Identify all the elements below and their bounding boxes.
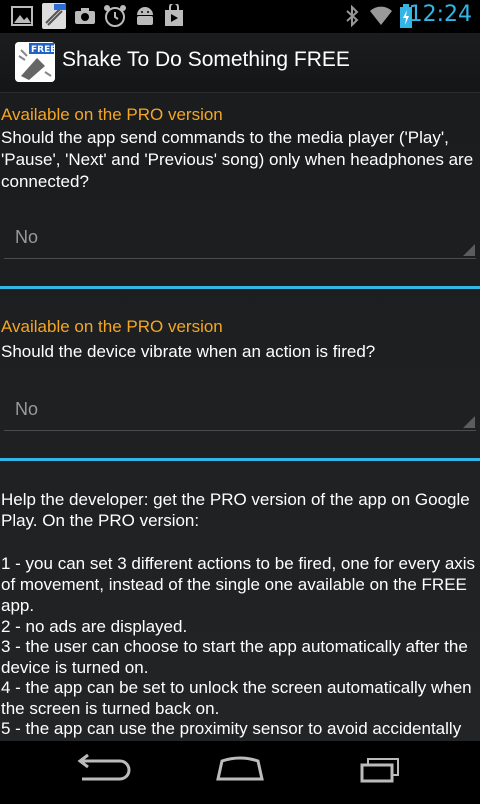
action-bar: FREE Shake To Do Something FREE (0, 33, 480, 93)
status-clock: 12:24 (408, 2, 472, 27)
help-item: 5 - the app can use the proximity sensor… (1, 719, 462, 738)
play-store-icon (165, 4, 183, 26)
vibrate-question: Should the device vibrate when an action… (1, 342, 376, 361)
help-intro: Help the developer: get the PRO version … (1, 490, 470, 530)
recent-apps-button[interactable] (322, 741, 442, 800)
vibrate-spinner[interactable]: No (4, 390, 476, 431)
help-item: 3 - the user can choose to start the app… (1, 637, 468, 677)
image-icon (11, 6, 33, 26)
home-icon (216, 756, 264, 781)
back-icon (77, 753, 131, 781)
android-icon (137, 7, 153, 25)
navigation-bar (0, 741, 480, 800)
shake-app-icon: FREE (15, 42, 56, 82)
section-divider (0, 286, 480, 289)
app-title: Shake To Do Something FREE (62, 48, 350, 71)
headphones-question: Should the app send commands to the medi… (1, 128, 474, 191)
camera-icon (75, 8, 95, 24)
help-item: 4 - the app can be set to unlock the scr… (1, 678, 472, 718)
recent-apps-icon (360, 758, 399, 783)
pro-version-label: Available on the PRO version (1, 105, 223, 124)
pro-version-label: Available on the PRO version (1, 317, 223, 336)
alarm-clock-icon (104, 5, 126, 27)
app-notification-icon (42, 3, 66, 29)
spinner-arrow-icon (463, 416, 475, 428)
status-bar: 12:24 (0, 0, 480, 33)
headphones-spinner[interactable]: No (4, 218, 476, 259)
wifi-icon (370, 6, 392, 25)
spinner-arrow-icon (463, 244, 475, 256)
help-item: 1 - you can set 3 different actions to b… (1, 554, 476, 615)
spinner-value: No (15, 399, 39, 419)
section-divider (0, 458, 480, 461)
spinner-value: No (15, 227, 39, 247)
back-button[interactable] (40, 741, 160, 800)
settings-content[interactable]: Available on the PRO version Should the … (0, 93, 480, 741)
app-icon[interactable]: FREE (15, 42, 56, 82)
home-button[interactable] (180, 741, 300, 800)
app-icon-badge: FREE (31, 45, 55, 55)
bluetooth-icon (346, 5, 359, 27)
help-item: 2 - no ads are displayed. (1, 617, 188, 636)
